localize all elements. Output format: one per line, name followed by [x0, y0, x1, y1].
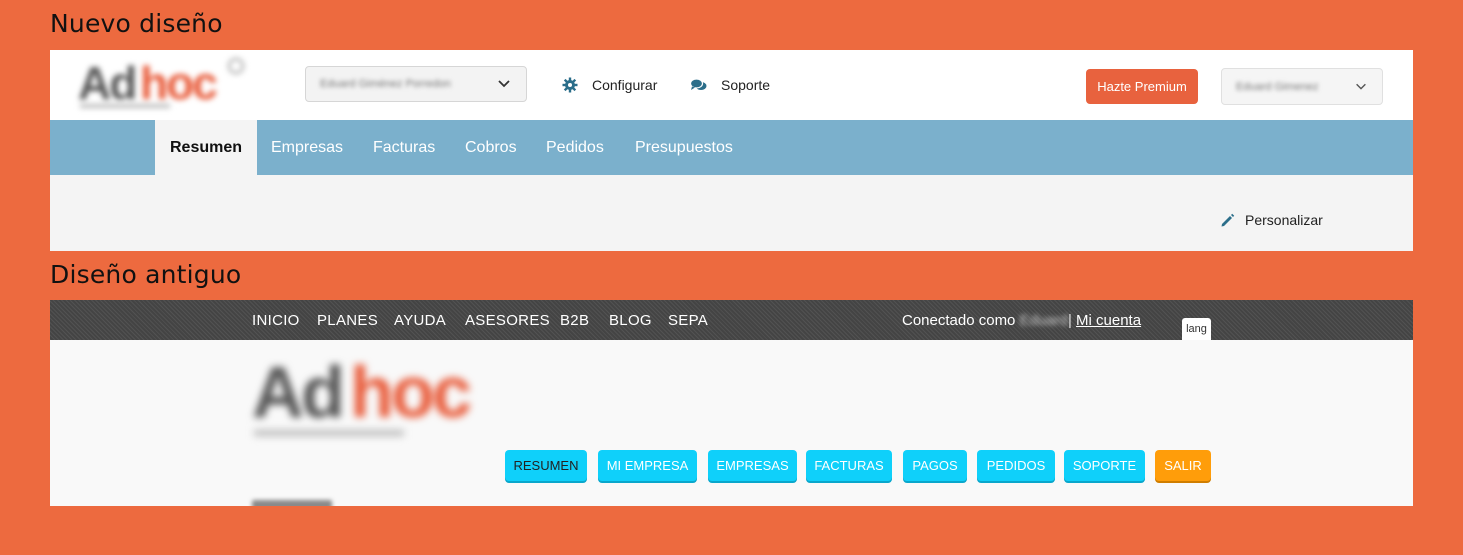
- company-select[interactable]: Eduard Giménez Porredon: [305, 66, 527, 102]
- configure-label: Configurar: [592, 77, 658, 93]
- old-btn-empresas[interactable]: EMPRESAS: [708, 450, 797, 481]
- support-link[interactable]: Soporte: [690, 77, 770, 93]
- connected-as-label: Conectado como: [902, 312, 1016, 329]
- old-nav-ayuda[interactable]: AYUDA: [394, 312, 446, 329]
- old-btn-soporte[interactable]: SOPORTE: [1064, 450, 1145, 481]
- old-top-bar: INICIO PLANES AYUDA ASESORES B2B BLOG SE…: [50, 300, 1413, 340]
- chat-bubbles-icon: [690, 77, 707, 90]
- premium-button[interactable]: Hazte Premium: [1086, 69, 1198, 104]
- new-design-panel: Ad hoc Eduard Giménez Porredon Configura…: [50, 50, 1413, 251]
- old-btn-mi-empresa[interactable]: MI EMPRESA: [598, 450, 697, 481]
- old-btn-salir[interactable]: SALIR: [1155, 450, 1211, 481]
- my-account-link[interactable]: Mi cuenta: [1076, 312, 1141, 329]
- old-nav-planes[interactable]: PLANES: [317, 312, 378, 329]
- old-design-label: Diseño antiguo: [50, 260, 242, 289]
- lang-tab[interactable]: lang: [1182, 318, 1211, 340]
- gear-icon: [562, 77, 578, 93]
- tab-empresas[interactable]: Empresas: [271, 120, 343, 175]
- old-nav-sepa[interactable]: SEPA: [668, 312, 708, 329]
- tab-resumen[interactable]: Resumen: [155, 120, 258, 175]
- user-select[interactable]: Eduard Gimenez: [1221, 68, 1383, 105]
- old-nav-inicio[interactable]: INICIO: [252, 312, 300, 329]
- tab-presupuestos[interactable]: Presupuestos: [635, 120, 733, 175]
- old-btn-pagos[interactable]: PAGOS: [903, 450, 967, 481]
- adhoc-logo[interactable]: Ad hoc: [78, 56, 248, 116]
- customize-link[interactable]: Personalizar: [1220, 212, 1323, 228]
- old-btn-facturas[interactable]: FACTURAS: [806, 450, 892, 481]
- tab-pedidos[interactable]: Pedidos: [546, 120, 604, 175]
- pencil-icon: [1221, 213, 1235, 226]
- connected-as: Conectado como Eduard| Mi cuenta: [902, 312, 1141, 329]
- old-nav-blog[interactable]: BLOG: [609, 312, 652, 329]
- tab-cobros[interactable]: Cobros: [465, 120, 517, 175]
- old-nav-b2b[interactable]: B2B: [560, 312, 589, 329]
- adhoc-logo-old[interactable]: Ad hoc: [252, 352, 512, 447]
- support-label: Soporte: [721, 77, 771, 93]
- main-nav: Resumen Empresas Facturas Cobros Pedidos…: [50, 120, 1413, 175]
- configure-link[interactable]: Configurar: [562, 77, 657, 93]
- connected-user-name: Eduard: [1019, 312, 1068, 329]
- old-btn-pedidos[interactable]: PEDIDOS: [977, 450, 1055, 481]
- cut-off-text: [252, 500, 332, 506]
- chevron-down-icon: [498, 80, 510, 88]
- company-select-value: Eduard Giménez Porredon: [320, 78, 451, 90]
- chevron-down-icon: [1356, 83, 1366, 90]
- customize-label: Personalizar: [1245, 212, 1323, 228]
- old-btn-resumen[interactable]: RESUMEN: [505, 450, 587, 481]
- new-design-label: Nuevo diseño: [50, 9, 223, 38]
- user-select-value: Eduard Gimenez: [1236, 81, 1319, 93]
- connected-separator: |: [1067, 312, 1072, 329]
- new-header: Ad hoc Eduard Giménez Porredon Configura…: [50, 50, 1413, 120]
- tab-facturas[interactable]: Facturas: [373, 120, 435, 175]
- old-design-panel: INICIO PLANES AYUDA ASESORES B2B BLOG SE…: [50, 300, 1413, 506]
- old-nav-asesores[interactable]: ASESORES: [465, 312, 550, 329]
